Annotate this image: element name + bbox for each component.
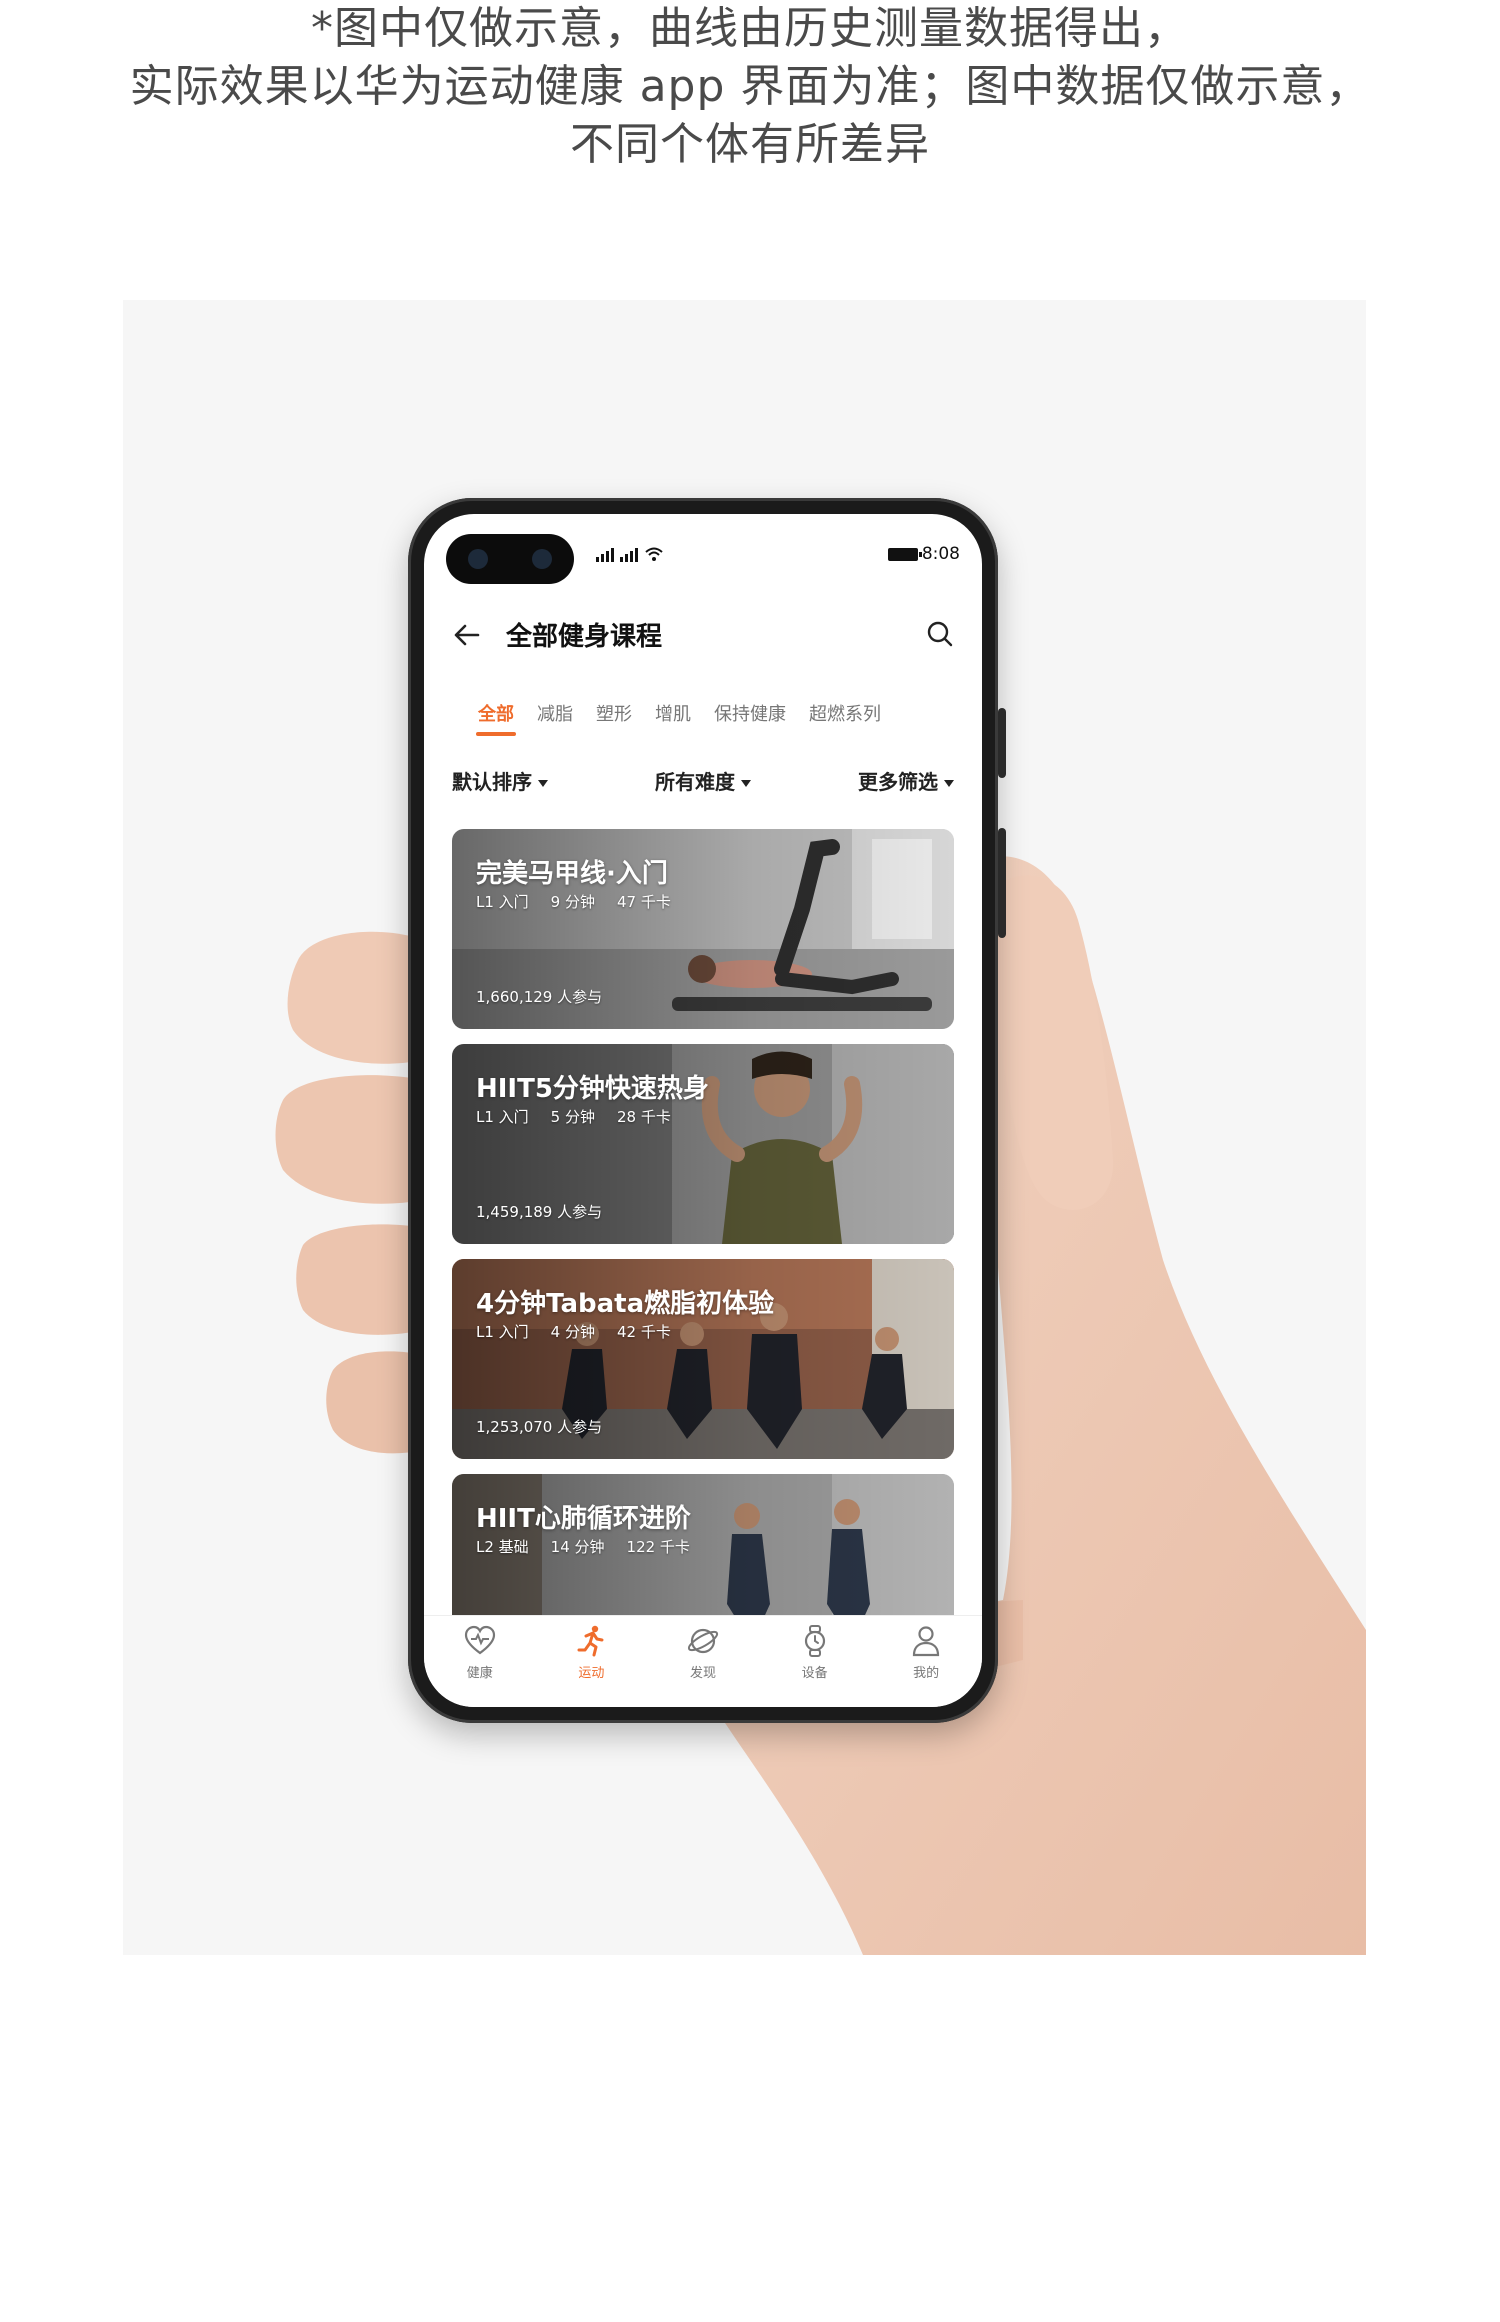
front-camera-cutout bbox=[446, 534, 574, 584]
status-right: 8:08 bbox=[887, 544, 960, 564]
course-card[interactable]: 4分钟Tabata燃脂初体验 L1 入门 4 分钟 42 千卡 1,253,07… bbox=[452, 1259, 954, 1459]
tab-burn-series[interactable]: 超燃系列 bbox=[809, 700, 881, 726]
volume-button bbox=[998, 708, 1006, 778]
nav-label: 运动 bbox=[578, 1666, 605, 1681]
sort-filter[interactable]: 默认排序 bbox=[452, 766, 548, 795]
phone-screen: 8:08 全部健身课程 全部 减脂 塑形 增肌 保持健康 超燃系列 默认排序 所… bbox=[424, 514, 982, 1707]
nav-label: 设备 bbox=[801, 1666, 828, 1681]
more-filter-label: 更多筛选 bbox=[858, 770, 938, 794]
nav-label: 健康 bbox=[466, 1666, 493, 1681]
header: 全部健身课程 bbox=[424, 604, 982, 664]
course-title: HIIT5分钟快速热身 bbox=[476, 1074, 709, 1104]
course-title: HIIT心肺循环进阶 bbox=[476, 1504, 691, 1534]
nav-label: 发现 bbox=[689, 1666, 716, 1681]
bottom-nav: 健康 运动 发现 设备 我的 bbox=[424, 1615, 982, 1707]
watch-icon bbox=[804, 1625, 825, 1657]
course-level: L2 基础 bbox=[476, 1538, 529, 1556]
filter-bar: 默认排序 所有难度 更多筛选 bbox=[452, 766, 954, 795]
course-meta: L2 基础 14 分钟 122 千卡 bbox=[476, 1536, 690, 1557]
course-calories: 28 千卡 bbox=[616, 1108, 671, 1126]
signal-icon bbox=[620, 546, 638, 562]
course-meta: L1 入门 5 分钟 28 千卡 bbox=[476, 1106, 671, 1127]
tab-muscle[interactable]: 增肌 bbox=[655, 700, 691, 726]
caret-down-icon bbox=[741, 780, 751, 787]
course-calories: 42 千卡 bbox=[616, 1323, 671, 1341]
nav-label: 我的 bbox=[913, 1666, 940, 1681]
nav-discover[interactable]: 发现 bbox=[658, 1624, 748, 1681]
tab-shaping[interactable]: 塑形 bbox=[596, 700, 632, 726]
page-title: 全部健身课程 bbox=[506, 622, 663, 652]
battery-icon bbox=[887, 547, 922, 561]
course-duration: 5 分钟 bbox=[550, 1108, 595, 1126]
course-duration: 14 分钟 bbox=[550, 1538, 605, 1556]
course-title: 完美马甲线·入门 bbox=[476, 859, 668, 889]
course-meta: L1 入门 4 分钟 42 千卡 bbox=[476, 1321, 671, 1342]
caption-line-2: 实际效果以华为运动健康 app 界面为准；图中数据仅做示意， bbox=[129, 61, 1371, 112]
search-icon[interactable] bbox=[924, 618, 956, 650]
course-level: L1 入门 bbox=[476, 893, 529, 911]
course-meta: L1 入门 9 分钟 47 千卡 bbox=[476, 891, 671, 912]
difficulty-filter-label: 所有难度 bbox=[655, 770, 735, 794]
course-title: 4分钟Tabata燃脂初体验 bbox=[476, 1289, 775, 1319]
back-arrow-icon[interactable] bbox=[450, 618, 484, 652]
clock: 8:08 bbox=[921, 544, 960, 564]
difficulty-filter[interactable]: 所有难度 bbox=[655, 766, 751, 795]
course-duration: 9 分钟 bbox=[550, 893, 595, 911]
course-level: L1 入门 bbox=[476, 1323, 529, 1341]
nav-health[interactable]: 健康 bbox=[435, 1624, 525, 1681]
caret-down-icon bbox=[538, 780, 548, 787]
category-tabs: 全部 减脂 塑形 增肌 保持健康 超燃系列 bbox=[476, 700, 881, 736]
caption: *图中仅做示意，曲线由历史测量数据得出， 实际效果以华为运动健康 app 界面为… bbox=[0, 0, 1500, 174]
caret-down-icon bbox=[944, 780, 954, 787]
caption-line-3: 不同个体有所差异 bbox=[570, 119, 930, 170]
caption-line-1: *图中仅做示意，曲线由历史测量数据得出， bbox=[311, 3, 1189, 54]
nav-exercise[interactable]: 运动 bbox=[546, 1624, 636, 1681]
wifi-icon bbox=[645, 547, 663, 561]
sort-filter-label: 默认排序 bbox=[452, 770, 532, 794]
more-filter[interactable]: 更多筛选 bbox=[858, 766, 954, 795]
power-button bbox=[998, 828, 1006, 938]
course-calories: 122 千卡 bbox=[626, 1538, 690, 1556]
course-participants: 1,253,070 人参与 bbox=[476, 1418, 603, 1436]
course-participants: 1,459,189 人参与 bbox=[476, 1203, 603, 1221]
course-card[interactable]: 完美马甲线·入门 L1 入门 9 分钟 47 千卡 1,660,129 人参与 bbox=[452, 829, 954, 1029]
tab-fat-loss[interactable]: 减脂 bbox=[537, 700, 573, 726]
course-calories: 47 千卡 bbox=[616, 893, 671, 911]
planet-icon bbox=[687, 1628, 719, 1654]
camera-lens bbox=[468, 549, 488, 569]
course-level: L1 入门 bbox=[476, 1108, 529, 1126]
course-duration: 4 分钟 bbox=[550, 1323, 595, 1341]
signal-icon bbox=[596, 546, 614, 562]
course-participants: 1,660,129 人参与 bbox=[476, 988, 603, 1006]
nav-me[interactable]: 我的 bbox=[881, 1624, 971, 1681]
tab-all[interactable]: 全部 bbox=[476, 700, 516, 736]
tab-stay-healthy[interactable]: 保持健康 bbox=[714, 700, 786, 726]
course-card[interactable]: HIIT5分钟快速热身 L1 入门 5 分钟 28 千卡 1,459,189 人… bbox=[452, 1044, 954, 1244]
nav-devices[interactable]: 设备 bbox=[770, 1624, 860, 1681]
phone-mockup: 8:08 全部健身课程 全部 减脂 塑形 增肌 保持健康 超燃系列 默认排序 所… bbox=[408, 498, 1006, 1723]
heart-icon bbox=[464, 1625, 495, 1655]
camera-lens bbox=[532, 549, 552, 569]
running-icon bbox=[577, 1625, 604, 1657]
person-icon bbox=[913, 1626, 940, 1657]
status-icons bbox=[596, 546, 664, 562]
